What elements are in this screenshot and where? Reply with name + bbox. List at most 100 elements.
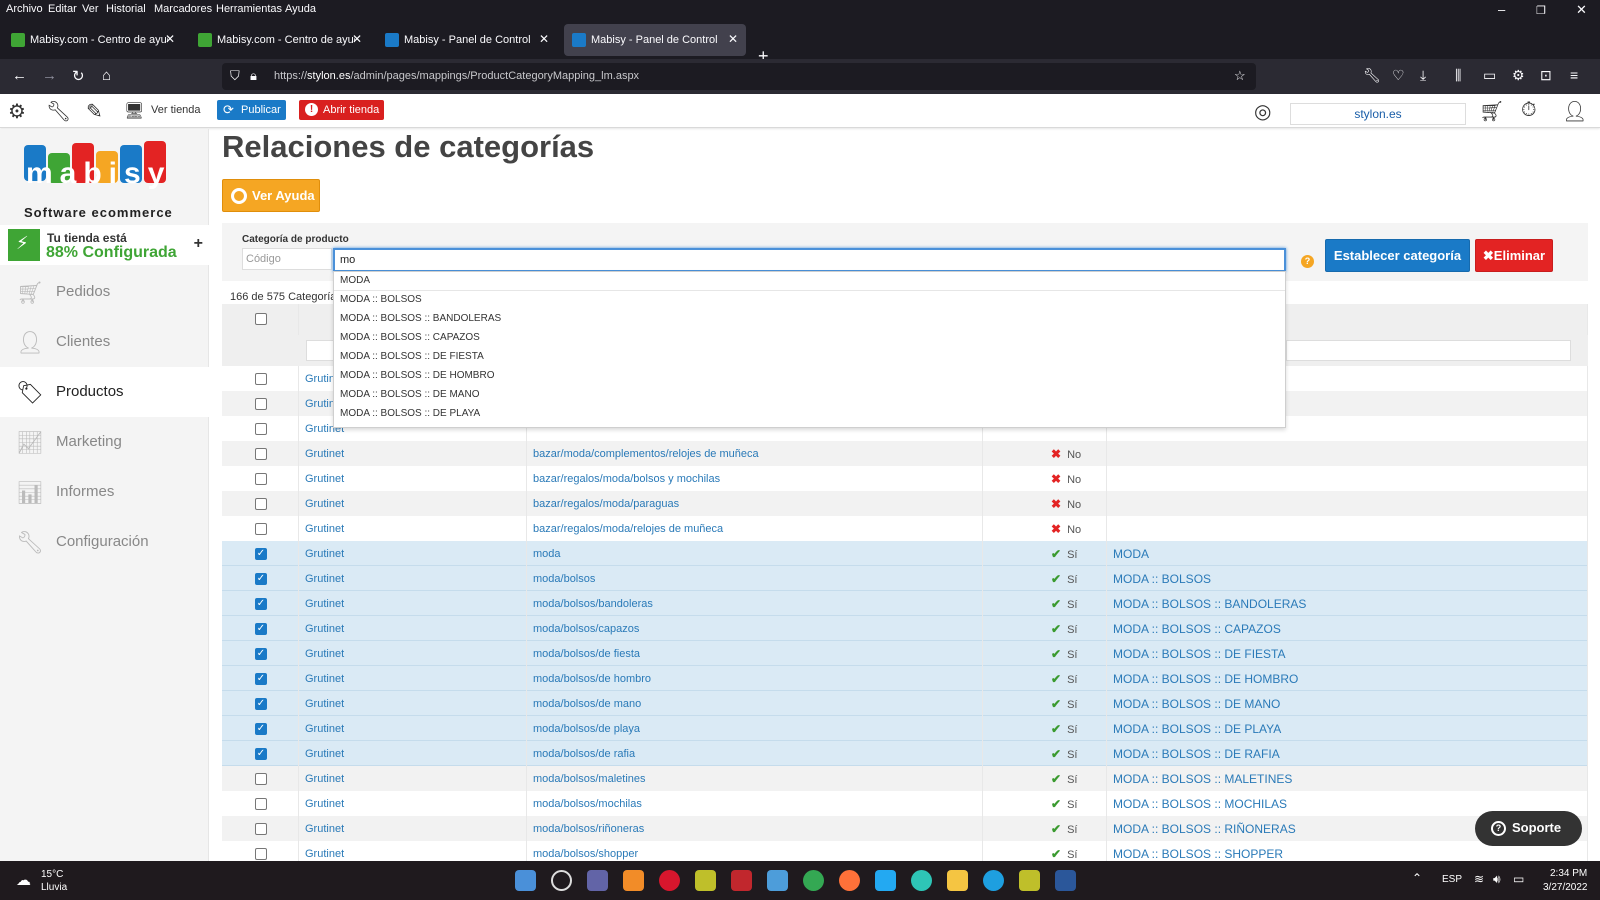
row-checkbox[interactable]: ✓ — [255, 748, 267, 760]
source-path-link[interactable]: moda/bolsos/de fiesta — [527, 641, 983, 666]
support-button[interactable]: ? Soporte — [1475, 811, 1582, 846]
mapped-category[interactable] — [1107, 466, 1588, 491]
filezilla-icon[interactable] — [731, 870, 752, 891]
dropdown-option[interactable]: MODA :: BOLSOS :: DE RAFIA — [334, 424, 1285, 427]
pocket-icon[interactable]: ♡ — [1392, 67, 1405, 84]
source-path-link[interactable]: moda/bolsos/maletines — [527, 766, 983, 791]
publish-button[interactable]: ⟳ Publicar — [217, 100, 286, 120]
dropdown-option[interactable]: MODA :: BOLSOS :: DE MANO — [334, 386, 1285, 405]
row-checkbox[interactable]: ✓ — [255, 698, 267, 710]
supplier-link[interactable]: Grutinet — [299, 466, 527, 491]
dropdown-option[interactable]: MODA :: BOLSOS — [334, 291, 1285, 310]
help-tooltip-icon[interactable]: ? — [1301, 255, 1314, 268]
fireworks-icon[interactable] — [1019, 870, 1040, 891]
supplier-link[interactable]: Grutinet — [299, 516, 527, 541]
sidebar-item-pedidos[interactable]: 🛒︎ Pedidos — [0, 267, 209, 317]
screenshot-icon[interactable]: ⊡ — [1540, 67, 1552, 84]
view-store-link[interactable]: Ver tienda — [151, 104, 201, 116]
supplier-link[interactable]: Grutinet — [299, 691, 527, 716]
table-row[interactable]: ✓ Grutinet moda/bolsos/de rafia MODA :: BOL… — [222, 741, 1588, 766]
table-row[interactable]: ✓ Grutinet moda MODA ✔ Sí — [222, 541, 1588, 566]
source-path-link[interactable]: moda/bolsos/de rafia — [527, 741, 983, 766]
row-checkbox[interactable] — [255, 473, 267, 485]
tab-close-icon[interactable]: ✕ — [352, 32, 362, 46]
supplier-link[interactable]: Grutinet — [299, 541, 527, 566]
table-row[interactable]: Grutinet moda/bolsos/mochilas MODA :: BOLS… — [222, 791, 1588, 816]
dropdown-option[interactable]: MODA — [334, 272, 1285, 291]
sidebar-item-clientes[interactable]: 👤︎ Clientes — [0, 317, 209, 367]
tab-close-icon[interactable]: ✕ — [728, 32, 738, 46]
download-icon[interactable]: ⤓ — [1420, 67, 1426, 84]
minimize-button[interactable]: – — [1498, 2, 1505, 17]
clock-time[interactable]: 2:34 PM — [1550, 868, 1587, 879]
edge-icon[interactable] — [983, 870, 1004, 891]
dropdown-option[interactable]: MODA :: BOLSOS :: DE PLAYA — [334, 405, 1285, 424]
supplier-link[interactable]: Grutinet — [299, 491, 527, 516]
library-icon[interactable]: ⫼ — [1455, 67, 1461, 84]
row-checkbox[interactable]: ✓ — [255, 548, 267, 560]
clock-date[interactable]: 3/27/2022 — [1543, 882, 1588, 893]
supplier-link[interactable]: Grutinet — [299, 566, 527, 591]
row-checkbox[interactable]: ✓ — [255, 673, 267, 685]
wrench-icon[interactable]: 🔧︎ — [1363, 67, 1381, 84]
row-checkbox[interactable]: ✓ — [255, 623, 267, 635]
supplier-link[interactable]: Grutinet — [299, 641, 527, 666]
vscode-icon[interactable] — [875, 870, 896, 891]
sidebar-item-informes[interactable]: 📊︎ Informes — [0, 467, 209, 517]
row-checkbox[interactable]: ✓ — [255, 723, 267, 735]
supplier-link[interactable]: Grutinet — [299, 666, 527, 691]
table-row[interactable]: Grutinet bazar/regalos/moda/paraguas ✖ No — [222, 491, 1588, 516]
supplier-link[interactable]: Grutinet — [299, 766, 527, 791]
menu-ver[interactable]: Ver — [82, 3, 99, 15]
source-path-link[interactable]: moda/bolsos/de hombro — [527, 666, 983, 691]
pencil-icon[interactable]: ✎ — [86, 99, 103, 124]
teams-icon[interactable] — [587, 870, 608, 891]
menu-ayuda[interactable]: Ayuda — [285, 3, 316, 15]
table-row[interactable]: ✓ Grutinet moda/bolsos/de mano MODA :: BOLS… — [222, 691, 1588, 716]
row-checkbox[interactable] — [255, 523, 267, 535]
extension-icon[interactable]: ⚙ — [1512, 67, 1525, 84]
row-checkbox[interactable] — [255, 423, 267, 435]
weather-icon[interactable]: ☁︎ — [16, 871, 31, 889]
category-filter-input[interactable] — [1286, 340, 1571, 361]
table-row[interactable]: Grutinet bazar/regalos/moda/bolsos y moch… — [222, 466, 1588, 491]
language-indicator[interactable]: ESP — [1442, 874, 1462, 885]
supplier-link[interactable]: Grutinet — [299, 816, 527, 841]
fireworks-icon[interactable] — [695, 870, 716, 891]
row-checkbox[interactable]: ✓ — [255, 573, 267, 585]
app-icon[interactable] — [911, 870, 932, 891]
dropdown-option[interactable]: MODA :: BOLSOS :: DE FIESTA — [334, 348, 1285, 367]
set-category-button[interactable]: Establecer categoría — [1325, 239, 1470, 272]
table-row[interactable]: ✓ Grutinet moda/bolsos MODA :: BOLSOS ✔ Sí — [222, 566, 1588, 591]
chevron-up-icon[interactable]: ⌃ — [1412, 871, 1422, 885]
mapped-category[interactable]: MODA :: BOLSOS — [1107, 566, 1588, 591]
row-checkbox[interactable] — [255, 448, 267, 460]
sidebar-item-configuracion[interactable]: 🔧︎ Configuración — [0, 517, 209, 567]
category-search-input[interactable]: mo — [333, 248, 1286, 272]
mapped-category[interactable]: MODA — [1107, 541, 1588, 566]
source-path-link[interactable]: moda/bolsos/de playa — [527, 716, 983, 741]
bookmark-star-icon[interactable]: ☆ — [1234, 68, 1246, 84]
row-checkbox[interactable] — [255, 798, 267, 810]
battery-icon[interactable]: ▭ — [1513, 872, 1524, 886]
close-window-button[interactable]: ✕ — [1576, 2, 1587, 18]
start-icon[interactable] — [515, 870, 536, 891]
browser-tab[interactable]: Mabisy.com - Centro de ayuda ✕ — [3, 24, 183, 56]
source-path-link[interactable]: bazar/regalos/moda/relojes de muñeca — [527, 516, 983, 541]
menu-archivo[interactable]: Archivo — [6, 3, 43, 15]
source-path-link[interactable]: moda/bolsos/capazos — [527, 616, 983, 641]
lifebuoy-icon[interactable]: ◎ — [1254, 99, 1271, 124]
tab-close-icon[interactable]: ✕ — [165, 32, 175, 46]
mapped-category[interactable]: MODA :: BOLSOS :: BANDOLERAS — [1107, 591, 1588, 616]
row-checkbox[interactable]: ✓ — [255, 598, 267, 610]
row-checkbox[interactable] — [255, 373, 267, 385]
url-bar[interactable]: ⛉ 🔒︎ https://stylon.es/admin/pages/mappi… — [222, 63, 1256, 90]
volume-icon[interactable]: 🔊︎ — [1493, 872, 1501, 887]
source-path-link[interactable]: moda/bolsos/riñoneras — [527, 816, 983, 841]
sidebar-item-productos[interactable]: 🏷︎ Productos — [0, 367, 209, 417]
maximize-button[interactable]: ❐ — [1536, 4, 1546, 17]
supplier-link[interactable]: Grutinet — [299, 441, 527, 466]
stopwatch-icon[interactable]: ⏱︎ — [1521, 99, 1537, 122]
mapped-category[interactable]: MODA :: BOLSOS :: DE FIESTA — [1107, 641, 1588, 666]
reload-icon[interactable]: ↻ — [72, 67, 85, 85]
